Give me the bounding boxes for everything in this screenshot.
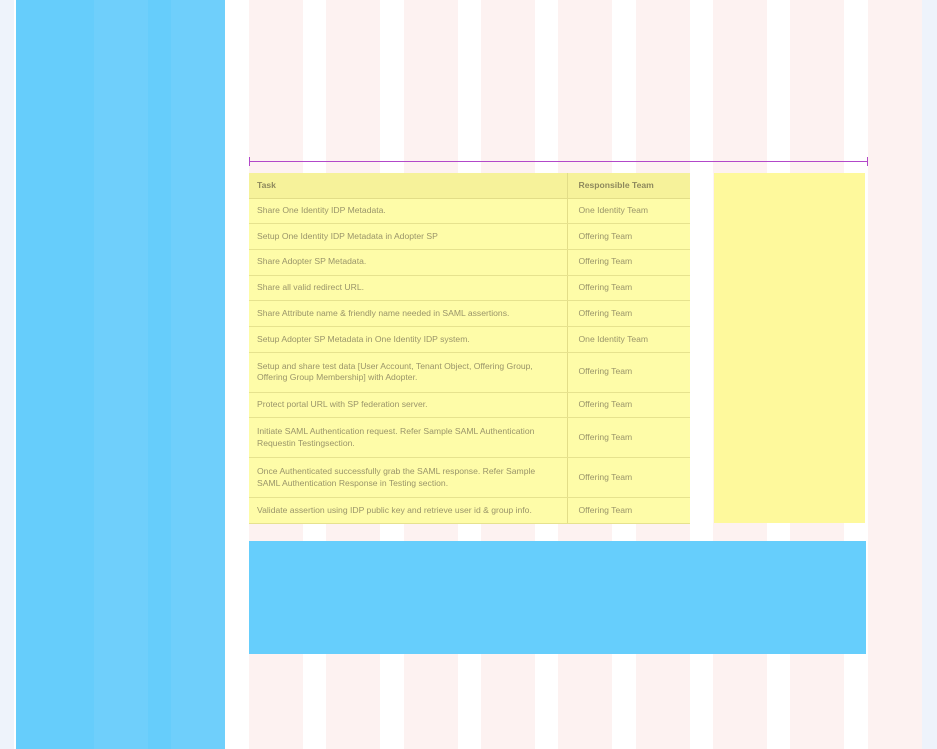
task-cell: Validate assertion using IDP public key … bbox=[249, 497, 568, 524]
team-cell: One Identity Team bbox=[567, 198, 690, 225]
task-cell: Share Adopter SP Metadata. bbox=[249, 249, 568, 276]
team-cell: Offering Team bbox=[567, 249, 690, 276]
task-cell: Once Authenticated successfully grab the… bbox=[249, 457, 568, 499]
sidebar-column-guide bbox=[94, 0, 148, 749]
column-header-team: Responsible Team bbox=[567, 173, 690, 199]
table-row: Initiate SAML Authentication request. Re… bbox=[249, 417, 690, 459]
aside-panel bbox=[714, 173, 865, 523]
team-cell: Offering Team bbox=[567, 497, 690, 524]
width-measure-line bbox=[249, 161, 868, 162]
measure-cap-left bbox=[249, 157, 250, 166]
task-cell: Protect portal URL with SP federation se… bbox=[249, 392, 568, 419]
table-row: Protect portal URL with SP federation se… bbox=[249, 392, 690, 419]
table-row: Setup and share test data [User Account,… bbox=[249, 352, 690, 393]
task-cell: Setup Adopter SP Metadata in One Identit… bbox=[249, 326, 568, 353]
task-cell: Share Attribute name & friendly name nee… bbox=[249, 300, 568, 327]
table-row: Share Attribute name & friendly name nee… bbox=[249, 300, 690, 327]
task-cell: Setup One Identity IDP Metadata in Adopt… bbox=[249, 223, 568, 250]
team-cell: Offering Team bbox=[567, 457, 690, 499]
task-cell: Share all valid redirect URL. bbox=[249, 275, 568, 302]
table-row: Setup One Identity IDP Metadata in Adopt… bbox=[249, 223, 690, 250]
task-cell: Share One Identity IDP Metadata. bbox=[249, 198, 568, 225]
table-row: Once Authenticated successfully grab the… bbox=[249, 457, 690, 499]
sidebar bbox=[16, 0, 225, 749]
footer-block bbox=[249, 541, 866, 654]
measure-cap-right bbox=[867, 157, 868, 166]
table-row: Share One Identity IDP Metadata. One Ide… bbox=[249, 198, 690, 225]
team-cell: Offering Team bbox=[567, 392, 690, 419]
column-guide bbox=[868, 0, 922, 749]
task-cell: Initiate SAML Authentication request. Re… bbox=[249, 417, 568, 459]
task-table: Task Responsible Team Share One Identity… bbox=[249, 173, 690, 524]
table-header-row: Task Responsible Team bbox=[249, 173, 690, 199]
team-cell: Offering Team bbox=[567, 223, 690, 250]
table-row: Setup Adopter SP Metadata in One Identit… bbox=[249, 326, 690, 353]
table-row: Share Adopter SP Metadata. Offering Team bbox=[249, 249, 690, 276]
sidebar-column-guide bbox=[171, 0, 225, 749]
table-row: Validate assertion using IDP public key … bbox=[249, 497, 690, 524]
table-row: Share all valid redirect URL. Offering T… bbox=[249, 275, 690, 302]
team-cell: Offering Team bbox=[567, 300, 690, 327]
team-cell: Offering Team bbox=[567, 352, 690, 393]
task-cell: Setup and share test data [User Account,… bbox=[249, 352, 568, 393]
team-cell: One Identity Team bbox=[567, 326, 690, 353]
team-cell: Offering Team bbox=[567, 275, 690, 302]
team-cell: Offering Team bbox=[567, 417, 690, 459]
column-header-task: Task bbox=[249, 173, 568, 199]
